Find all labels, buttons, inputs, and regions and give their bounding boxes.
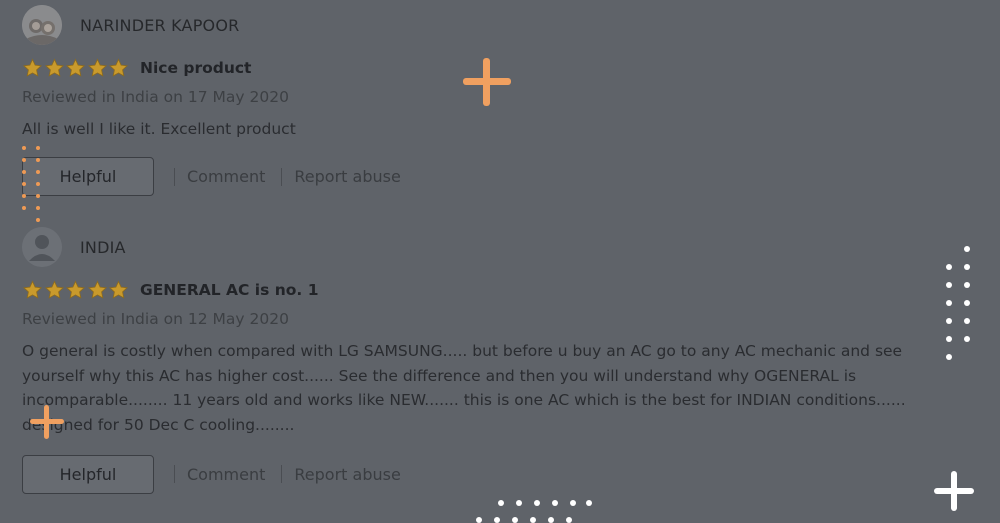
reviewer-row: INDIA <box>22 225 982 269</box>
review-body-line: designed for 50 Dec C cooling........ <box>22 415 295 434</box>
review-actions: Helpful Comment Report abuse <box>22 156 922 198</box>
review-body-line: O general is costly when compared with L… <box>22 342 903 360</box>
comment-link[interactable]: Comment <box>187 465 265 484</box>
white-dot-pattern <box>946 246 976 366</box>
review-title[interactable]: Nice product <box>140 59 252 77</box>
star-icon <box>87 58 107 77</box>
photo-avatar-icon <box>22 5 62 45</box>
default-user-icon <box>22 227 62 267</box>
star-icon <box>66 58 86 77</box>
reviewer-row: NARINDER KAPOOR <box>22 3 922 47</box>
review-body-line: incomparable........ 11 years old and wo… <box>22 391 906 409</box>
star-icon <box>44 58 64 77</box>
reviewer-avatar[interactable] <box>22 5 62 45</box>
rating-row: GENERAL AC is no. 1 <box>22 277 982 303</box>
review-2: INDIA GENERAL AC is no. 1 Reviewed in In… <box>22 225 982 495</box>
review-body: O general is costly when compared with L… <box>22 339 982 437</box>
star-rating[interactable] <box>22 58 130 78</box>
review-date: Reviewed in India on 12 May 2020 <box>22 310 289 328</box>
review-title[interactable]: GENERAL AC is no. 1 <box>140 281 319 299</box>
reviewer-name[interactable]: NARINDER KAPOOR <box>80 16 239 35</box>
review-body: All is well I like it. Excellent product <box>22 120 296 138</box>
review-body-line: yourself why this AC has higher cost....… <box>22 366 857 385</box>
orange-plus-small-icon <box>30 405 64 439</box>
comment-link[interactable]: Comment <box>187 167 265 186</box>
star-rating[interactable] <box>22 280 130 300</box>
white-plus-icon <box>934 471 974 511</box>
review-actions: Helpful Comment Report abuse <box>22 453 982 495</box>
star-icon <box>44 280 64 299</box>
divider <box>174 167 175 186</box>
star-icon <box>87 280 107 299</box>
report-abuse-link[interactable]: Report abuse <box>294 167 400 186</box>
divider <box>174 465 175 483</box>
star-icon <box>109 58 129 77</box>
star-icon <box>66 280 86 299</box>
reviewer-avatar[interactable] <box>22 227 62 267</box>
star-icon <box>22 280 43 299</box>
star-icon <box>109 280 129 299</box>
orange-plus-icon <box>463 58 511 106</box>
divider <box>281 465 283 483</box>
reviewer-name[interactable]: INDIA <box>80 238 126 257</box>
helpful-button[interactable]: Helpful <box>22 454 154 494</box>
report-abuse-link[interactable]: Report abuse <box>294 465 400 484</box>
orange-dot-pattern <box>22 146 42 226</box>
divider <box>281 167 283 186</box>
star-icon <box>22 58 43 77</box>
white-dot-row-pattern <box>476 500 596 523</box>
